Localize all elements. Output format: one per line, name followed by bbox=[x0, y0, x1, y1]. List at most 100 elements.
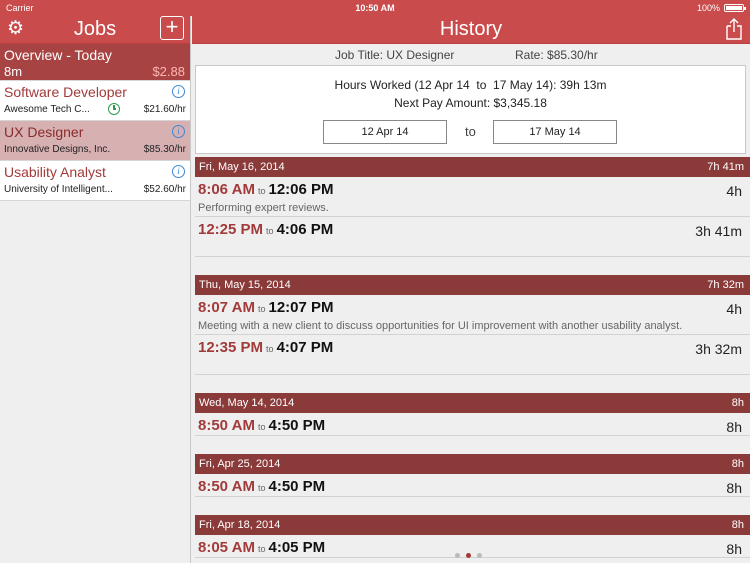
overview-label: Overview - Today bbox=[4, 47, 112, 63]
entry-to-label: to bbox=[257, 186, 266, 196]
entry-end: 4:50 PM bbox=[268, 417, 326, 434]
day-date: Fri, Apr 18, 2014 bbox=[199, 519, 281, 531]
entry-end: 12:06 PM bbox=[268, 181, 334, 198]
job-name: Usability Analyst bbox=[4, 164, 106, 180]
job-item-usability-analyst[interactable]: Usability Analyst i University of Intell… bbox=[0, 161, 190, 201]
job-item-software-developer[interactable]: Software Developer i Awesome Tech C... $… bbox=[0, 81, 190, 121]
entry-end: 4:50 PM bbox=[268, 478, 326, 495]
time-entry-row[interactable]: 8:07 AM to 12:07 PM 4h Meeting with a new cl… bbox=[195, 295, 750, 335]
job-rate-label: Rate: $85.30/hr bbox=[515, 48, 598, 62]
entry-times: 8:50 AM to 4:50 PM bbox=[198, 478, 325, 495]
job-company: University of Intelligent... bbox=[4, 184, 113, 195]
entry-duration: 4h bbox=[726, 301, 742, 317]
entry-duration: 8h bbox=[726, 480, 742, 496]
history-header: History bbox=[192, 16, 750, 44]
entry-end: 4:07 PM bbox=[276, 339, 334, 356]
overview-amount: $2.88 bbox=[152, 64, 185, 79]
day-total: 7h 41m bbox=[707, 161, 744, 173]
job-rate: $52.60/hr bbox=[143, 184, 186, 195]
page-dot[interactable] bbox=[466, 553, 471, 558]
entry-to-label: to bbox=[266, 226, 274, 236]
job-info-bar: Job Title: UX Designer Rate: $85.30/hr bbox=[192, 44, 750, 65]
job-item-ux-designer[interactable]: UX Designer i Innovative Designs, Inc. $… bbox=[0, 121, 190, 161]
day-header: Fri, Apr 18, 2014 8h bbox=[195, 515, 750, 535]
status-bar: Carrier 10:50 AM 100% bbox=[0, 0, 750, 16]
job-name: Software Developer bbox=[4, 84, 127, 100]
jobs-sidebar: ⚙ Jobs + Overview - Today 8m $2.88 Softw… bbox=[0, 16, 191, 563]
entry-start: 8:07 AM bbox=[198, 299, 255, 316]
hours-worked-label: Hours Worked (12 Apr 14 to 17 May 14): 3… bbox=[334, 78, 607, 92]
add-job-button[interactable]: + bbox=[160, 16, 184, 40]
history-panel: History Job Title: UX Designer Rate: $85… bbox=[192, 16, 750, 563]
entry-duration: 8h bbox=[726, 541, 742, 557]
entry-start: 8:50 AM bbox=[198, 417, 255, 434]
time-entry-row[interactable]: 12:25 PM to 4:06 PM 3h 41m bbox=[195, 217, 750, 257]
page-dot[interactable] bbox=[477, 553, 482, 558]
day-total: 8h bbox=[731, 397, 744, 409]
job-company: Innovative Designs, Inc. bbox=[4, 144, 111, 155]
day-header: Fri, Apr 25, 2014 8h bbox=[195, 454, 750, 474]
entry-start: 12:25 PM bbox=[198, 221, 264, 238]
time-entry-row[interactable]: 8:50 AM to 4:50 PM 8h bbox=[195, 413, 750, 436]
jobs-header: ⚙ Jobs + bbox=[0, 16, 190, 44]
entry-start: 8:05 AM bbox=[198, 539, 255, 556]
job-name: UX Designer bbox=[4, 124, 84, 140]
entry-to-label: to bbox=[266, 344, 274, 354]
time-entry-row[interactable]: 8:06 AM to 12:06 PM 4h Performing expert rev… bbox=[195, 177, 750, 217]
day-date: Fri, May 16, 2014 bbox=[199, 161, 285, 173]
job-title-label: Job Title: UX Designer bbox=[335, 48, 455, 62]
time-entry-row[interactable]: 12:35 PM to 4:07 PM 3h 32m bbox=[195, 335, 750, 375]
day-header: Wed, May 14, 2014 8h bbox=[195, 393, 750, 413]
battery-indicator: 100% bbox=[697, 3, 746, 13]
entry-note: Meeting with a new client to discuss opp… bbox=[198, 320, 683, 332]
day-total: 8h bbox=[731, 519, 744, 531]
entry-start: 8:06 AM bbox=[198, 181, 255, 198]
entry-end: 4:05 PM bbox=[268, 539, 326, 556]
day-total: 8h bbox=[731, 458, 744, 470]
day-total: 7h 32m bbox=[707, 279, 744, 291]
overview-today-item[interactable]: Overview - Today 8m $2.88 bbox=[0, 44, 190, 81]
info-icon[interactable]: i bbox=[172, 165, 185, 178]
day-header: Fri, May 16, 2014 7h 41m bbox=[195, 157, 750, 177]
pay-summary-card: Hours Worked (12 Apr 14 to 17 May 14): 3… bbox=[195, 65, 746, 154]
running-clock-icon bbox=[108, 103, 120, 115]
next-pay-label: Next Pay Amount: $3,345.18 bbox=[394, 96, 547, 110]
clock-label: 10:50 AM bbox=[355, 3, 395, 13]
entry-to-label: to bbox=[257, 483, 266, 493]
day-date: Fri, Apr 25, 2014 bbox=[199, 458, 281, 470]
page-dot[interactable] bbox=[455, 553, 460, 558]
job-company: Awesome Tech C... bbox=[4, 104, 90, 115]
day-header: Thu, May 15, 2014 7h 32m bbox=[195, 275, 750, 295]
entry-times: 12:25 PM to 4:06 PM bbox=[198, 221, 333, 238]
end-date-field[interactable]: 17 May 14 bbox=[493, 120, 617, 144]
entry-duration: 8h bbox=[726, 419, 742, 435]
entry-to-label: to bbox=[257, 422, 266, 432]
entry-duration: 3h 32m bbox=[695, 341, 742, 357]
battery-icon bbox=[724, 4, 746, 12]
share-icon[interactable] bbox=[725, 17, 743, 41]
info-icon[interactable]: i bbox=[172, 125, 185, 138]
entry-note: Performing expert reviews. bbox=[198, 202, 329, 214]
entry-end: 12:07 PM bbox=[268, 299, 334, 316]
job-rate: $21.60/hr bbox=[143, 104, 186, 115]
page-indicator[interactable] bbox=[455, 553, 482, 558]
overview-duration: 8m bbox=[4, 64, 23, 79]
history-title: History bbox=[439, 18, 503, 40]
entry-times: 8:05 AM to 4:05 PM bbox=[198, 539, 325, 556]
entry-to-label: to bbox=[257, 304, 266, 314]
job-rate: $85.30/hr bbox=[143, 144, 186, 155]
info-icon[interactable]: i bbox=[172, 85, 185, 98]
day-date: Thu, May 15, 2014 bbox=[199, 279, 291, 291]
entry-times: 8:50 AM to 4:50 PM bbox=[198, 417, 325, 434]
entry-start: 12:35 PM bbox=[198, 339, 264, 356]
start-date-field[interactable]: 12 Apr 14 bbox=[323, 120, 447, 144]
range-to-label: to bbox=[465, 124, 476, 139]
entry-duration: 3h 41m bbox=[695, 223, 742, 239]
entry-start: 8:50 AM bbox=[198, 478, 255, 495]
entry-duration: 4h bbox=[726, 183, 742, 199]
day-date: Wed, May 14, 2014 bbox=[199, 397, 295, 409]
history-list: Fri, May 16, 2014 7h 41m 8:06 AM to 12:06 PM… bbox=[195, 157, 750, 558]
time-entry-row[interactable]: 8:50 AM to 4:50 PM 8h bbox=[195, 474, 750, 497]
entry-times: 8:06 AM to 12:06 PM bbox=[198, 181, 334, 198]
entry-to-label: to bbox=[257, 544, 266, 554]
